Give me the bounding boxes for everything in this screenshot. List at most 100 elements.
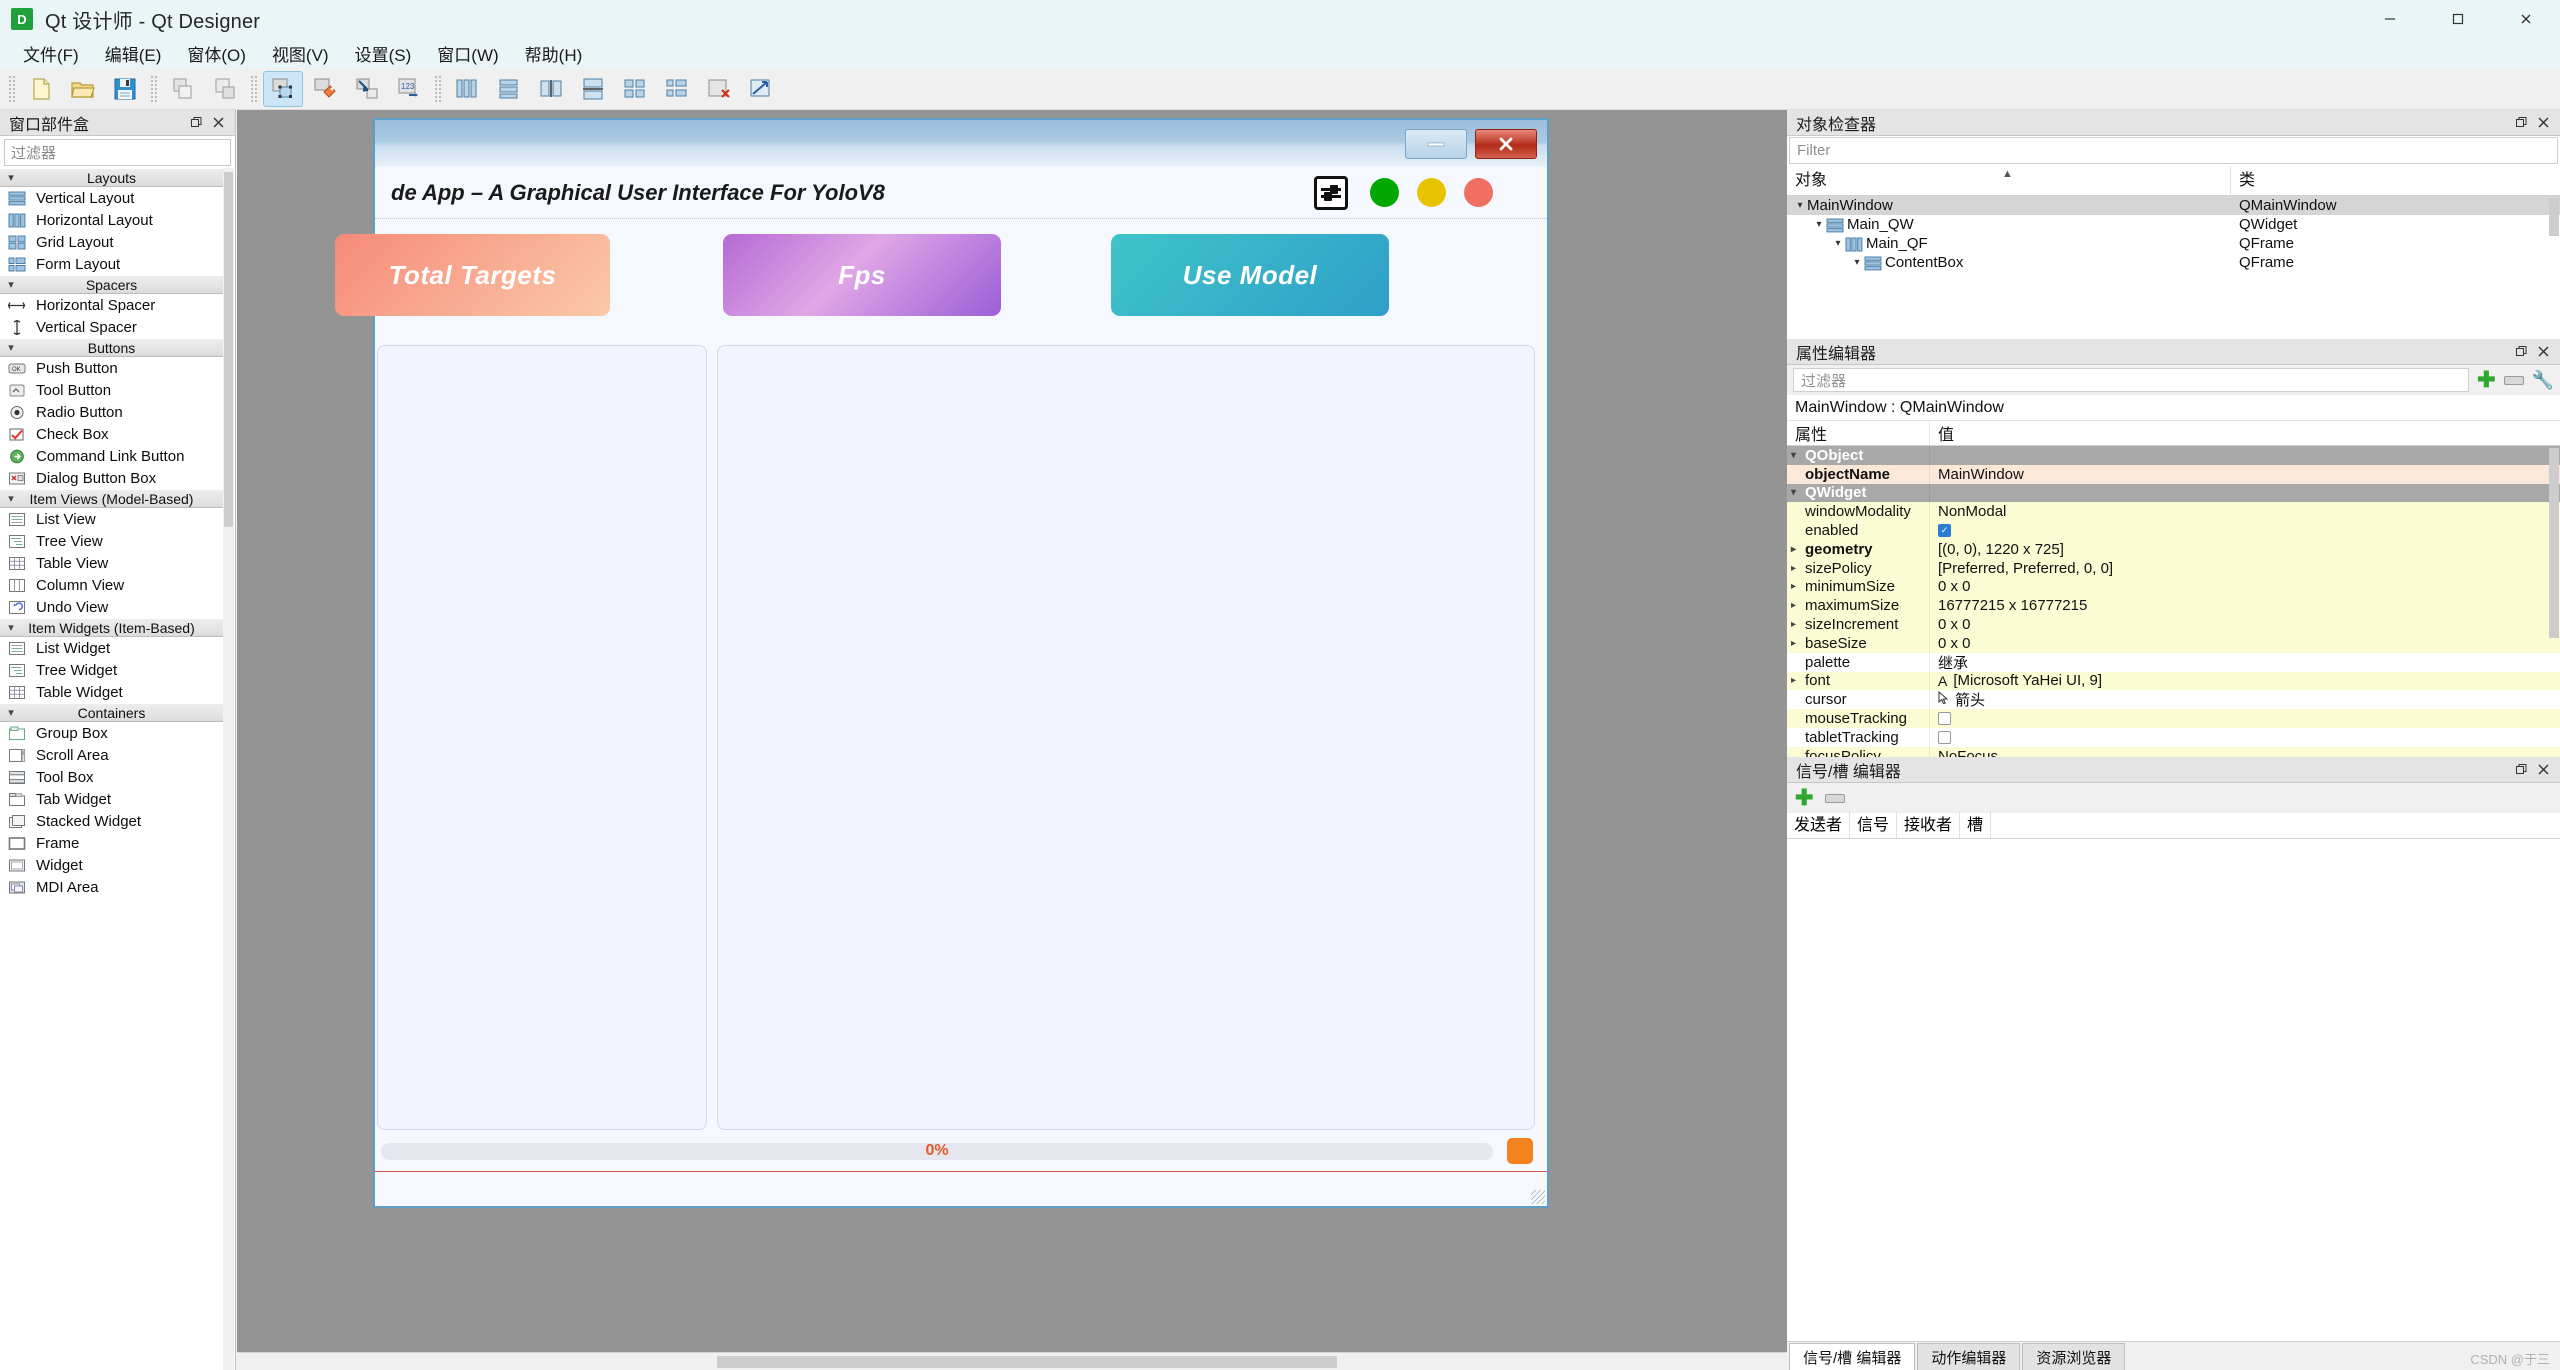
- property-row[interactable]: ▸fontA[Microsoft YaHei UI, 9]: [1787, 672, 2560, 691]
- property-row[interactable]: enabled✓: [1787, 521, 2560, 540]
- layout-form-button[interactable]: [657, 71, 697, 107]
- property-row[interactable]: windowModalityNonModal: [1787, 502, 2560, 521]
- signal-slot-editor-table[interactable]: [1787, 839, 2560, 1341]
- widget-item-scroll-area[interactable]: Scroll Area: [0, 744, 223, 766]
- property-value-cell[interactable]: 0 x 0: [1930, 615, 2560, 634]
- checkbox-unchecked-icon[interactable]: [1938, 731, 1951, 744]
- widget-item-group-box[interactable]: Group Box: [0, 722, 223, 744]
- chevron-right-icon[interactable]: ▸: [1791, 619, 1805, 630]
- property-editor-rows[interactable]: ▾QObjectobjectNameMainWindow▾QWidgetwind…: [1787, 446, 2560, 757]
- form-canvas[interactable]: de App – A Graphical User Interface For …: [237, 110, 1787, 1370]
- object-tree-row[interactable]: ▾ContentBoxQFrame: [1787, 253, 2560, 272]
- chevron-right-icon[interactable]: ▸: [1791, 675, 1805, 686]
- object-inspector-tree[interactable]: ▾MainWindowQMainWindow▾Main_QWQWidget▾Ma…: [1787, 196, 2560, 339]
- widget-box-scrollbar-track[interactable]: [223, 168, 234, 1370]
- signal-slot-editor-close-button[interactable]: [2532, 759, 2554, 781]
- widget-item-horizontal-spacer[interactable]: Horizontal Spacer: [0, 294, 223, 316]
- property-value-cell[interactable]: 0 x 0: [1930, 578, 2560, 597]
- card-total-targets[interactable]: Total Targets: [335, 234, 610, 316]
- widget-item-vertical-layout[interactable]: Vertical Layout: [0, 187, 223, 209]
- widget-item-tab-widget[interactable]: Tab Widget: [0, 788, 223, 810]
- property-editor-filter-input[interactable]: 过滤器: [1793, 368, 2469, 392]
- toolbar-grip-4[interactable]: [434, 75, 442, 103]
- property-editor-close-button[interactable]: [2532, 341, 2554, 363]
- toolbar-grip[interactable]: [8, 75, 16, 103]
- widget-item-undo-view[interactable]: Undo View: [0, 596, 223, 618]
- object-inspector-close-button[interactable]: [2532, 112, 2554, 134]
- chevron-right-icon[interactable]: ▸: [1791, 638, 1805, 649]
- widget-category-spacers[interactable]: ▾Spacers: [0, 275, 223, 294]
- widget-box-scrollbar-thumb[interactable]: [224, 172, 233, 527]
- menu-help[interactable]: 帮助(H): [512, 38, 596, 69]
- sliders-icon[interactable]: [1314, 176, 1348, 210]
- canvas-hscrollbar-thumb[interactable]: [717, 1356, 1337, 1368]
- column-header-signal[interactable]: 信号: [1850, 811, 1897, 838]
- copy-button[interactable]: [163, 71, 203, 107]
- widget-category-layouts[interactable]: ▾Layouts: [0, 168, 223, 187]
- tab-signal-slot-editor[interactable]: 信号/槽 编辑器: [1789, 1343, 1915, 1370]
- property-row[interactable]: ▸minimumSize0 x 0: [1787, 578, 2560, 597]
- widget-item-widget[interactable]: Widget: [0, 854, 223, 876]
- adjust-size-button[interactable]: [741, 71, 781, 107]
- property-value-cell[interactable]: [1930, 484, 2560, 503]
- object-inspector-scrollbar-thumb[interactable]: [2549, 198, 2559, 236]
- widget-item-check-box[interactable]: Check Box: [0, 423, 223, 445]
- form-resize-grip[interactable]: [1531, 1190, 1545, 1204]
- object-inspector-filter-input[interactable]: Filter: [1789, 137, 2558, 164]
- property-row[interactable]: ▸geometry[(0, 0), 1220 x 725]: [1787, 540, 2560, 559]
- property-row[interactable]: ▸baseSize0 x 0: [1787, 634, 2560, 653]
- widget-item-tool-box[interactable]: Tool Box: [0, 766, 223, 788]
- edit-widgets-button[interactable]: [263, 71, 303, 107]
- stop-button[interactable]: [1507, 1138, 1533, 1164]
- widget-item-command-link-button[interactable]: Command Link Button: [0, 445, 223, 467]
- widget-item-dialog-button-box[interactable]: Dialog Button Box: [0, 467, 223, 489]
- property-value-cell[interactable]: ✓: [1930, 521, 2560, 540]
- widget-box-close-button[interactable]: [207, 112, 229, 134]
- column-header-property[interactable]: 属性: [1787, 421, 1930, 445]
- property-value-cell[interactable]: [(0, 0), 1220 x 725]: [1930, 540, 2560, 559]
- checkbox-unchecked-icon[interactable]: [1938, 712, 1951, 725]
- toolbar-grip-2[interactable]: [150, 75, 158, 103]
- widget-item-column-view[interactable]: Column View: [0, 574, 223, 596]
- property-value-cell[interactable]: NonModal: [1930, 502, 2560, 521]
- save-button[interactable]: [105, 71, 145, 107]
- form-window[interactable]: de App – A Graphical User Interface For …: [373, 118, 1549, 1208]
- chevron-down-icon[interactable]: ▾: [1791, 450, 1805, 461]
- widget-category-containers[interactable]: ▾Containers: [0, 703, 223, 722]
- widget-item-table-widget[interactable]: Table Widget: [0, 681, 223, 703]
- edit-tab-order-button[interactable]: 123: [389, 71, 429, 107]
- menu-window[interactable]: 窗口(W): [424, 38, 511, 69]
- layout-splitter-v-button[interactable]: [573, 71, 613, 107]
- property-value-cell[interactable]: [1930, 709, 2560, 728]
- widget-item-stacked-widget[interactable]: Stacked Widget: [0, 810, 223, 832]
- chevron-down-icon[interactable]: ▾: [1791, 487, 1805, 498]
- widget-item-frame[interactable]: Frame: [0, 832, 223, 854]
- remove-connection-icon[interactable]: [1825, 794, 1845, 803]
- widget-item-table-view[interactable]: Table View: [0, 552, 223, 574]
- property-value-cell[interactable]: 继承: [1930, 653, 2560, 672]
- property-value-cell[interactable]: A[Microsoft YaHei UI, 9]: [1930, 672, 2560, 691]
- widget-item-tree-widget[interactable]: Tree Widget: [0, 659, 223, 681]
- edit-signals-slots-button[interactable]: [305, 71, 345, 107]
- tab-action-editor[interactable]: 动作编辑器: [1917, 1343, 2020, 1370]
- widget-box-filter-input[interactable]: 过滤器: [4, 139, 231, 166]
- status-dot-green[interactable]: [1370, 178, 1399, 207]
- card-fps[interactable]: Fps: [723, 234, 1001, 316]
- preview-left-pane[interactable]: [377, 345, 707, 1130]
- column-header-slot[interactable]: 槽: [1960, 811, 1991, 838]
- menu-settings[interactable]: 设置(S): [342, 38, 425, 69]
- chevron-right-icon[interactable]: ▸: [1791, 581, 1805, 592]
- edit-buddies-button[interactable]: [347, 71, 387, 107]
- widget-item-push-button[interactable]: OKPush Button: [0, 357, 223, 379]
- property-editor-scrollbar-thumb[interactable]: [2549, 448, 2559, 638]
- widget-item-vertical-spacer[interactable]: Vertical Spacer: [0, 316, 223, 338]
- menu-view[interactable]: 视图(V): [259, 38, 342, 69]
- property-row[interactable]: ▸sizePolicy[Preferred, Preferred, 0, 0]: [1787, 559, 2560, 578]
- widget-box-float-button[interactable]: [185, 112, 207, 134]
- maximize-button[interactable]: [2424, 0, 2492, 38]
- property-row[interactable]: palette继承: [1787, 653, 2560, 672]
- close-button[interactable]: [2492, 0, 2560, 38]
- chevron-down-icon[interactable]: ▾: [1850, 257, 1864, 268]
- status-dot-yellow[interactable]: [1417, 178, 1446, 207]
- chevron-right-icon[interactable]: ▸: [1791, 544, 1805, 555]
